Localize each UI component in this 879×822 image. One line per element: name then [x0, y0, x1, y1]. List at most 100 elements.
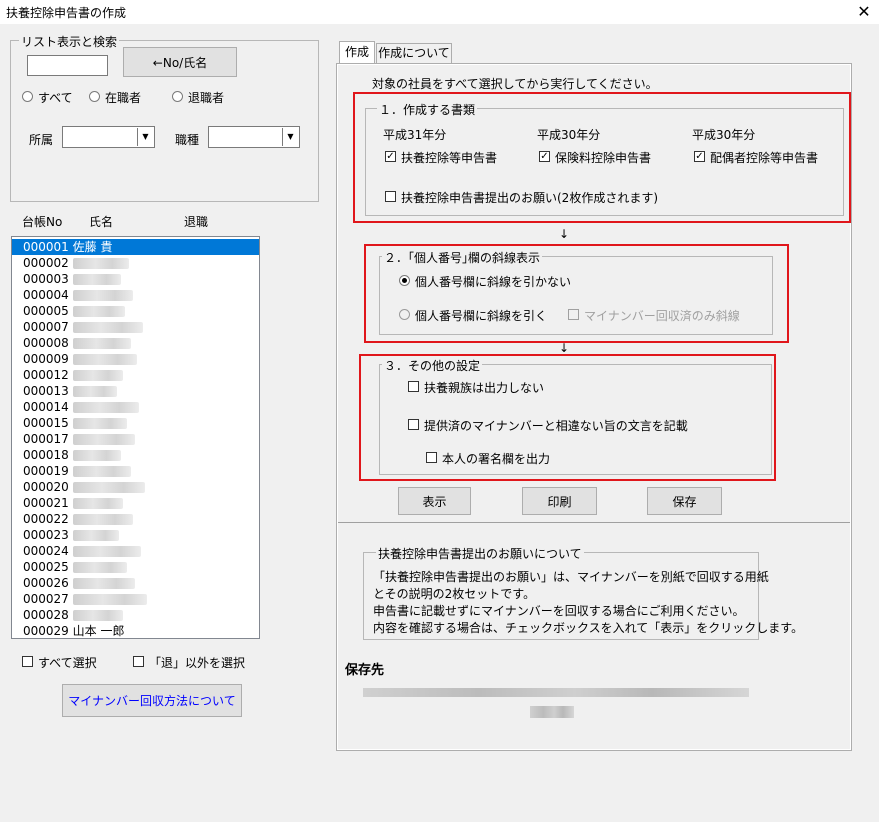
list-item[interactable]: 000025 — [12, 559, 259, 575]
request-info-line-3: 申告書に記載せずにマイナンバーを回収する場合にご利用ください。 — [373, 604, 745, 618]
radio-employed[interactable] — [89, 91, 100, 102]
no-dependents-label: 扶養親族は出力しない — [424, 381, 545, 395]
tab-create[interactable]: 作成 — [339, 41, 375, 64]
employee-listbox[interactable]: 000001 佐藤 貴 000002 000003 000004 000005 0… — [11, 236, 260, 639]
radio-retired[interactable] — [172, 91, 183, 102]
spouse-deduction-checkbox[interactable]: ✓ — [694, 151, 705, 162]
list-item[interactable]: 000012 — [12, 367, 259, 383]
list-item[interactable]: 000013 — [12, 383, 259, 399]
no-dependents-checkbox[interactable] — [408, 381, 419, 392]
insurance-deduction-label: 保険料控除申告書 — [555, 151, 652, 165]
redacted-name — [72, 562, 127, 573]
list-item-no: 000019 — [23, 464, 69, 478]
list-item-no: 000029 — [23, 624, 69, 638]
list-item[interactable]: 000018 — [12, 447, 259, 463]
list-item-no: 000009 — [23, 352, 69, 366]
list-item[interactable]: 000017 — [12, 431, 259, 447]
list-item[interactable]: 000007 — [12, 319, 259, 335]
redacted-name — [72, 418, 127, 429]
radio-retired-label: 退職者 — [188, 91, 225, 105]
list-item-no: 000012 — [23, 368, 69, 382]
radio-all[interactable] — [22, 91, 33, 102]
list-item[interactable]: 000015 — [12, 415, 259, 431]
save-destination-path — [363, 688, 749, 697]
jobtype-label: 職種 — [175, 133, 200, 147]
request-letter-checkbox[interactable] — [385, 191, 396, 202]
save-button[interactable]: 保存 — [647, 487, 722, 515]
no-slash-radio[interactable] — [399, 275, 410, 286]
dept-label: 所属 — [29, 133, 54, 147]
dependent-deduction-checkbox[interactable]: ✓ — [385, 151, 396, 162]
mynumber-statement-checkbox[interactable] — [408, 419, 419, 430]
print-button[interactable]: 印刷 — [522, 487, 597, 515]
dependent-deduction-label: 扶養控除等申告書 — [401, 151, 498, 165]
list-item[interactable]: 000004 — [12, 287, 259, 303]
list-item[interactable]: 000009 — [12, 351, 259, 367]
list-item-no: 000018 — [23, 448, 69, 462]
jobtype-select[interactable]: ▼ — [208, 126, 300, 148]
year-label-3: 平成30年分 — [692, 128, 756, 142]
chevron-down-icon[interactable]: ▼ — [137, 128, 153, 146]
redacted-name — [72, 450, 121, 461]
list-item-no: 000014 — [23, 400, 69, 414]
list-item[interactable]: 000008 — [12, 335, 259, 351]
year-label-2: 平成30年分 — [537, 128, 601, 142]
show-button[interactable]: 表示 — [398, 487, 471, 515]
list-item[interactable]: 000020 — [12, 479, 259, 495]
list-item[interactable]: 000024 — [12, 543, 259, 559]
col-header-no: 台帳No — [22, 215, 63, 229]
list-item[interactable]: 000023 — [12, 527, 259, 543]
redacted-name — [72, 386, 117, 397]
list-item[interactable]: 000003 — [12, 271, 259, 287]
list-item-name: 佐藤 貴 — [72, 240, 113, 254]
list-item-no: 000004 — [23, 288, 69, 302]
search-input[interactable] — [27, 55, 108, 76]
year-label-1: 平成31年分 — [383, 128, 447, 142]
redacted-name — [72, 610, 123, 621]
save-destination-label: 保存先 — [345, 663, 385, 678]
list-item[interactable]: 000026 — [12, 575, 259, 591]
col-header-retired: 退職 — [184, 215, 209, 229]
list-item-no: 000020 — [23, 480, 69, 494]
chevron-down-icon[interactable]: ▼ — [282, 128, 298, 146]
list-item-no: 000005 — [23, 304, 69, 318]
list-item-no: 000003 — [23, 272, 69, 286]
list-item[interactable]: 000002 — [12, 255, 259, 271]
no-name-search-button[interactable]: ←No/氏名 — [123, 47, 237, 77]
slash-radio[interactable] — [399, 309, 410, 320]
list-item[interactable]: 000005 — [12, 303, 259, 319]
list-item[interactable]: 000022 — [12, 511, 259, 527]
list-item[interactable]: 000027 — [12, 591, 259, 607]
flow-arrow-1: ↓ — [559, 227, 570, 241]
panel-divider — [338, 522, 850, 523]
list-item[interactable]: 000019 — [12, 463, 259, 479]
spouse-deduction-label: 配偶者控除等申告書 — [710, 151, 819, 165]
redacted-name — [72, 578, 135, 589]
list-item-no: 000008 — [23, 336, 69, 350]
slash-collected-only-checkbox[interactable] — [568, 309, 579, 320]
list-item-no: 000001 — [23, 240, 69, 254]
signature-field-checkbox[interactable] — [426, 452, 437, 463]
list-item[interactable]: 000028 — [12, 607, 259, 623]
list-item[interactable]: 000029 山本 一郎 — [12, 623, 259, 638]
redacted-name — [72, 498, 123, 509]
list-item-no: 000028 — [23, 608, 69, 622]
mynumber-method-button[interactable]: マイナンバー回収方法について — [62, 684, 242, 717]
select-all-checkbox[interactable] — [22, 656, 33, 667]
tab-about-create[interactable]: 作成について — [376, 43, 452, 64]
insurance-deduction-checkbox[interactable]: ✓ — [539, 151, 550, 162]
close-icon[interactable]: ✕ — [852, 2, 876, 22]
list-item-no: 000021 — [23, 496, 69, 510]
list-item-no: 000002 — [23, 256, 69, 270]
request-info-line-1: 「扶養控除申告書提出のお願い」は、マイナンバーを別紙で回収する用紙 — [373, 570, 769, 584]
select-non-retired-checkbox[interactable] — [133, 656, 144, 667]
dept-select[interactable]: ▼ — [62, 126, 155, 148]
redacted-name — [72, 402, 139, 413]
list-item[interactable]: 000021 — [12, 495, 259, 511]
list-item-no: 000024 — [23, 544, 69, 558]
list-item[interactable]: 000001 佐藤 貴 — [12, 239, 259, 255]
redacted-name — [72, 594, 147, 605]
list-item[interactable]: 000014 — [12, 399, 259, 415]
redacted-name — [72, 306, 125, 317]
save-destination-path-cont — [530, 706, 574, 718]
